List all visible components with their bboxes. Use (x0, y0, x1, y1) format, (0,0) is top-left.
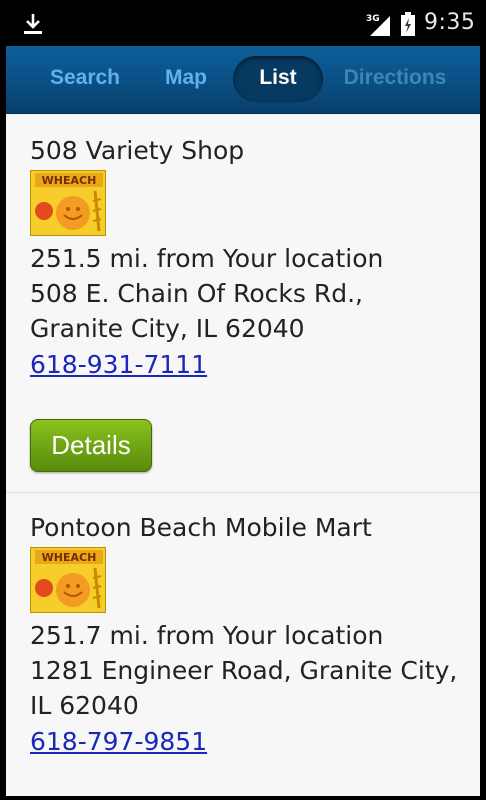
tab-directions[interactable]: Directions (339, 56, 451, 102)
signal-icon: 3G (366, 14, 390, 36)
wheach-product-logo: WHEACH (30, 547, 106, 613)
store-distance: 251.7 mi. from Your location (30, 621, 384, 650)
details-button[interactable]: Details (30, 419, 152, 472)
store-name: 508 Variety Shop (30, 136, 245, 165)
svg-text:WHEACH: WHEACH (42, 551, 97, 564)
store-address-line: Granite City, IL 62040 (30, 314, 305, 343)
list-item: 508 Variety Shop WHEACH 251.5 mi. from Y… (6, 114, 480, 492)
store-phone-link[interactable]: 618-797-9851 (30, 727, 207, 756)
network-type: 3G (366, 14, 380, 24)
store-phone-link[interactable]: 618-931-7111 (30, 350, 207, 379)
wheach-product-logo: WHEACH (30, 170, 106, 236)
svg-text:WHEACH: WHEACH (42, 174, 97, 187)
list-item: Pontoon Beach Mobile Mart WHEACH 251.7 m… (6, 492, 480, 796)
store-distance: 251.5 mi. from Your location (30, 244, 384, 273)
store-address-line: IL 62040 (30, 691, 139, 720)
nav-bar: Search Map List Directions (6, 46, 480, 114)
store-address-line: 1281 Engineer Road, Granite City, (30, 656, 458, 685)
clock: 9:35 (424, 10, 476, 35)
tab-map[interactable]: Map (156, 56, 216, 102)
status-bar: 3G 9:35 (0, 0, 486, 46)
tab-search[interactable]: Search (42, 56, 128, 102)
tab-list[interactable]: List (233, 56, 323, 102)
download-icon (24, 14, 42, 34)
battery-icon (401, 12, 415, 36)
store-address-line: 508 E. Chain Of Rocks Rd., (30, 279, 364, 308)
store-name: Pontoon Beach Mobile Mart (30, 513, 372, 542)
app-screen: Search Map List Directions 508 Variety S… (6, 46, 480, 796)
